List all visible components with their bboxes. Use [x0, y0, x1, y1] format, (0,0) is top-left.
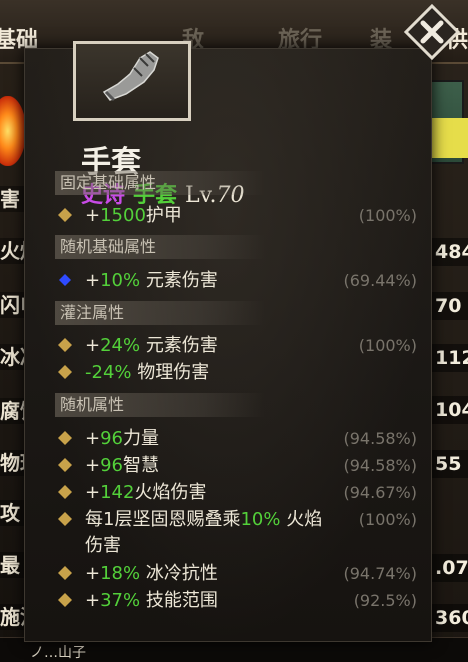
affix-roll-pct: (94.67%) [343, 483, 418, 502]
affix-elemental-damage: +10% 元素伤害 (69.44%) [57, 268, 423, 294]
affix-fire-damage: +142火焰伤害 (94.67%) [57, 480, 423, 506]
affix-roll-pct: (92.5%) [353, 591, 417, 610]
stat-value-cold: 112 [432, 344, 468, 372]
stat-value-fire: 484 [432, 238, 468, 266]
fire-skill-icon [0, 96, 26, 166]
section-fixed-base: 固定基础属性 [55, 171, 265, 195]
item-thumbnail [73, 41, 191, 121]
gauntlet-icon [102, 51, 159, 102]
gold-diamond-icon [58, 485, 72, 499]
affix-stack-fire: 每1层坚固恩赐叠乘10% 火焰 伤害 (100%) [57, 507, 423, 561]
affix-armor: +1500护甲 (100%) [57, 203, 423, 229]
gold-diamond-icon [58, 365, 72, 379]
gold-diamond-icon [58, 512, 72, 526]
affix-strength: +96力量 (94.58%) [57, 426, 423, 452]
gold-diamond-icon [58, 431, 72, 445]
gold-diamond-icon [58, 338, 72, 352]
section-infusion: 灌注属性 [55, 301, 265, 325]
stat-value-physical: 55 [432, 450, 468, 478]
side-yellow-bar [430, 118, 468, 158]
section-random-base: 随机基础属性 [55, 235, 265, 259]
item-tooltip: 手套 史诗 手套 Lv.70 固定基础属性 +1500护甲 (100%) 随机基础属… [24, 41, 432, 642]
stat-value-erosion: 104 [432, 396, 468, 424]
gold-diamond-icon [58, 458, 72, 472]
affix-roll-pct: (94.58%) [343, 429, 418, 448]
affix-roll-pct: (100%) [358, 336, 417, 355]
close-icon[interactable] [404, 4, 460, 60]
bottom-bar-text: ノ…山子 [30, 645, 86, 661]
blue-diamond-icon [59, 274, 71, 286]
affix-cold-resistance: +18% 冰冷抗性 (94.74%) [57, 561, 423, 587]
stat-value-lightning: 70 [432, 292, 468, 320]
affix-skill-area: +37% 技能范围 (92.5%) [57, 588, 423, 614]
affix-roll-pct: (94.58%) [343, 456, 418, 475]
affix-infuse-physical: -24% 物理伤害 [57, 360, 423, 386]
gold-diamond-icon [58, 593, 72, 607]
affix-infuse-elemental: +24% 元素伤害 (100%) [57, 333, 423, 359]
gold-diamond-icon [58, 208, 72, 222]
affix-roll-pct: (100%) [358, 510, 417, 529]
affix-roll-pct: (100%) [358, 206, 417, 225]
stat-value-cast: 360 [432, 604, 468, 632]
affix-roll-pct: (69.44%) [343, 271, 418, 290]
stat-value-max: .07 [432, 554, 468, 582]
gold-diamond-icon [58, 566, 72, 580]
affix-roll-pct: (94.74%) [343, 564, 418, 583]
section-random: 随机属性 [55, 393, 265, 417]
affix-intelligence: +96智慧 (94.58%) [57, 453, 423, 479]
